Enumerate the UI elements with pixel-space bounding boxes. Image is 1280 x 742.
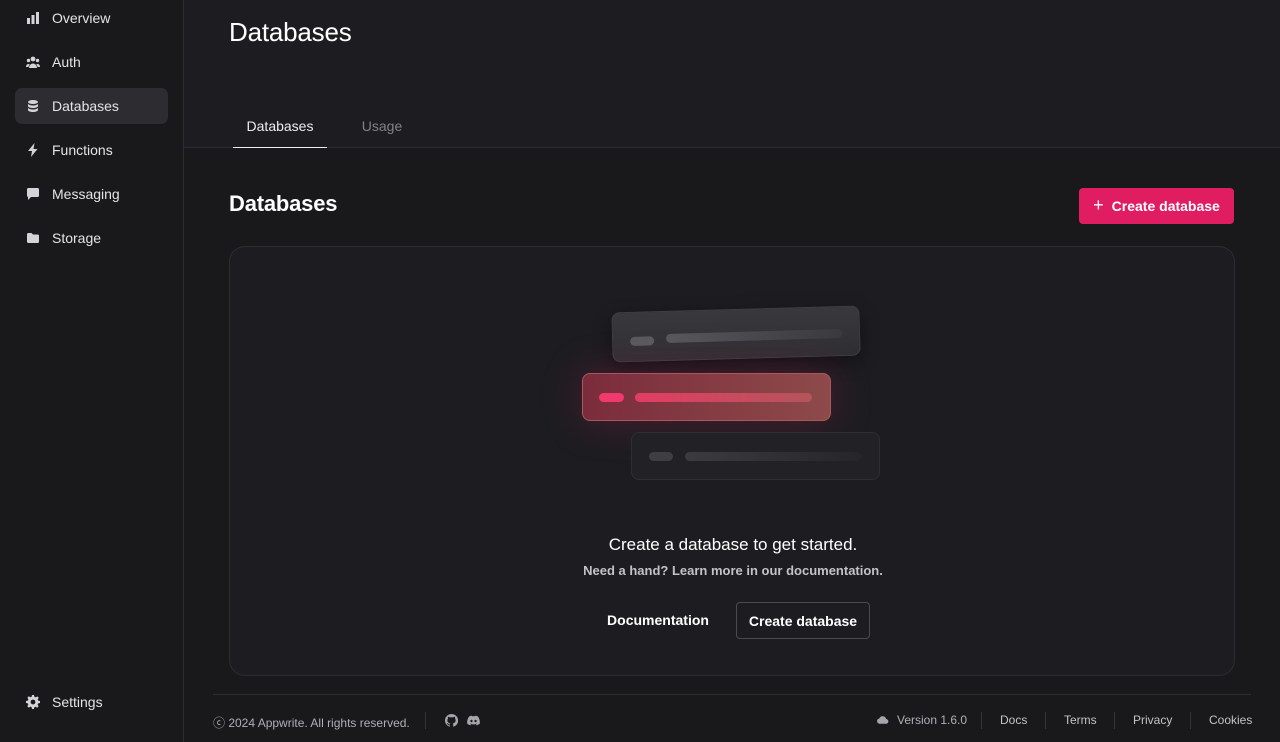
sidebar-item-label: Settings [52,694,103,710]
sidebar-item-settings[interactable]: Settings [15,684,168,720]
footer-separator [1114,712,1115,729]
illustration-pill [649,452,673,461]
footer-link-terms[interactable]: Terms [1064,713,1097,727]
users-icon [26,55,40,69]
documentation-button[interactable]: Documentation [597,602,719,638]
section-title: Databases [229,191,338,216]
discord-icon[interactable] [467,714,480,727]
illustration-bar-top [611,305,861,363]
illustration-bar-bottom [631,432,880,480]
chat-icon [26,187,40,201]
empty-state-subtext: Need a hand? Learn more in our documenta… [583,563,883,578]
sidebar-item-functions[interactable]: Functions [15,132,168,168]
page-header: Databases Databases Usage [184,0,1280,148]
github-icon[interactable] [444,713,459,727]
footer-version: Version 1.6.0 [897,713,968,727]
empty-state-card: Create a database to get started. Need a… [229,246,1235,676]
plus-icon: + [1093,194,1104,215]
empty-state-heading: Create a database to get started. [608,535,858,554]
sidebar-item-messaging[interactable]: Messaging [15,176,168,212]
create-database-label: Create database [1111,198,1220,214]
gear-icon [26,695,40,709]
folder-icon [26,231,40,245]
footer-separator [1045,712,1046,729]
sidebar-item-label: Auth [52,54,81,70]
tab-databases[interactable]: Databases [233,110,327,148]
footer-divider [213,694,1251,695]
sidebar-item-label: Databases [52,98,119,114]
footer-link-cookies[interactable]: Cookies [1209,713,1252,727]
sidebar-item-overview[interactable]: Overview [15,0,168,36]
sidebar-item-label: Storage [52,230,102,246]
footer-separator [981,712,982,729]
cloud-icon [876,714,889,727]
empty-create-database-button[interactable]: Create database [736,602,870,639]
lightning-icon [26,143,40,157]
footer-separator [425,712,426,729]
illustration-pill [635,393,812,402]
page-title: Databases [229,17,352,47]
sidebar-item-databases[interactable]: Databases [15,88,168,124]
sidebar-item-label: Messaging [52,186,120,202]
illustration-pill [630,336,655,346]
footer-link-privacy[interactable]: Privacy [1133,713,1172,727]
tab-usage[interactable]: Usage [349,110,415,148]
database-icon [26,99,40,113]
sidebar: Overview Auth Databases Functions Messag… [0,0,184,742]
illustration-pill [685,452,861,461]
sidebar-item-auth[interactable]: Auth [15,44,168,80]
sidebar-item-storage[interactable]: Storage [15,220,168,256]
illustration-bar-middle [582,373,831,421]
footer-copyright: ⓒ 2024 Appwrite. All rights reserved. [213,716,410,730]
footer-link-docs[interactable]: Docs [1000,713,1027,727]
create-database-button[interactable]: + Create database [1079,188,1234,224]
footer-separator [1190,712,1191,729]
illustration-pill [599,393,624,402]
sidebar-item-label: Overview [52,10,111,26]
illustration-pill [665,329,843,343]
chart-bar-icon [26,11,40,25]
sidebar-item-label: Functions [52,142,113,158]
